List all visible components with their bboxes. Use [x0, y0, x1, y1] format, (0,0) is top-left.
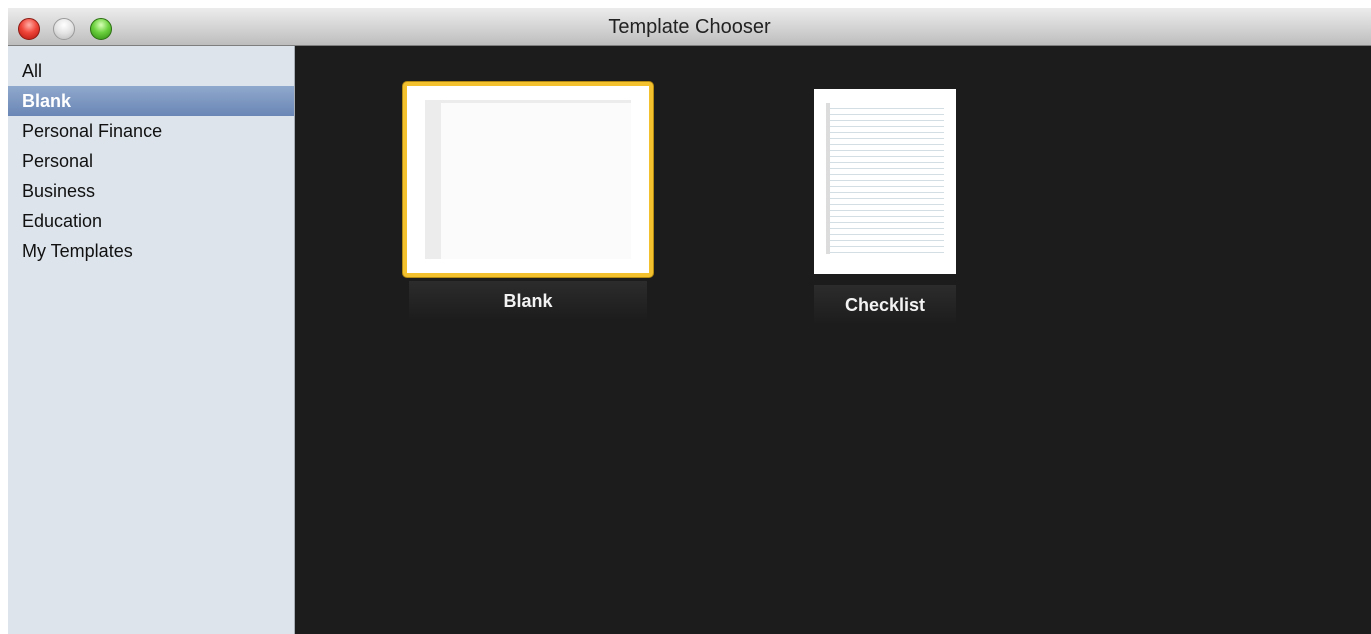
window-title: Template Chooser — [608, 16, 771, 38]
template-blank-label[interactable]: Blank — [409, 281, 647, 321]
sidebar-item-personal[interactable]: Personal — [8, 146, 294, 176]
category-sidebar: All Blank Personal Finance Personal Busi… — [8, 46, 295, 634]
blank-sheet-preview — [425, 100, 631, 259]
title-bar[interactable]: Template Chooser — [8, 8, 1371, 46]
sidebar-item-education[interactable]: Education — [8, 206, 294, 236]
template-gallery: Blank Checklist — [295, 46, 1371, 634]
template-blank-thumbnail[interactable] — [403, 82, 653, 277]
template-checklist-label[interactable]: Checklist — [814, 285, 956, 325]
template-checklist-thumbnail[interactable] — [814, 89, 956, 274]
sidebar-item-blank[interactable]: Blank — [8, 86, 294, 116]
sidebar-item-business[interactable]: Business — [8, 176, 294, 206]
sidebar-item-all[interactable]: All — [8, 56, 294, 86]
sidebar-item-my-templates[interactable]: My Templates — [8, 236, 294, 266]
template-chooser-window: Template Chooser All Blank Personal Fina… — [8, 8, 1371, 634]
checklist-sheet-preview — [826, 103, 944, 254]
sidebar-item-personal-finance[interactable]: Personal Finance — [8, 116, 294, 146]
